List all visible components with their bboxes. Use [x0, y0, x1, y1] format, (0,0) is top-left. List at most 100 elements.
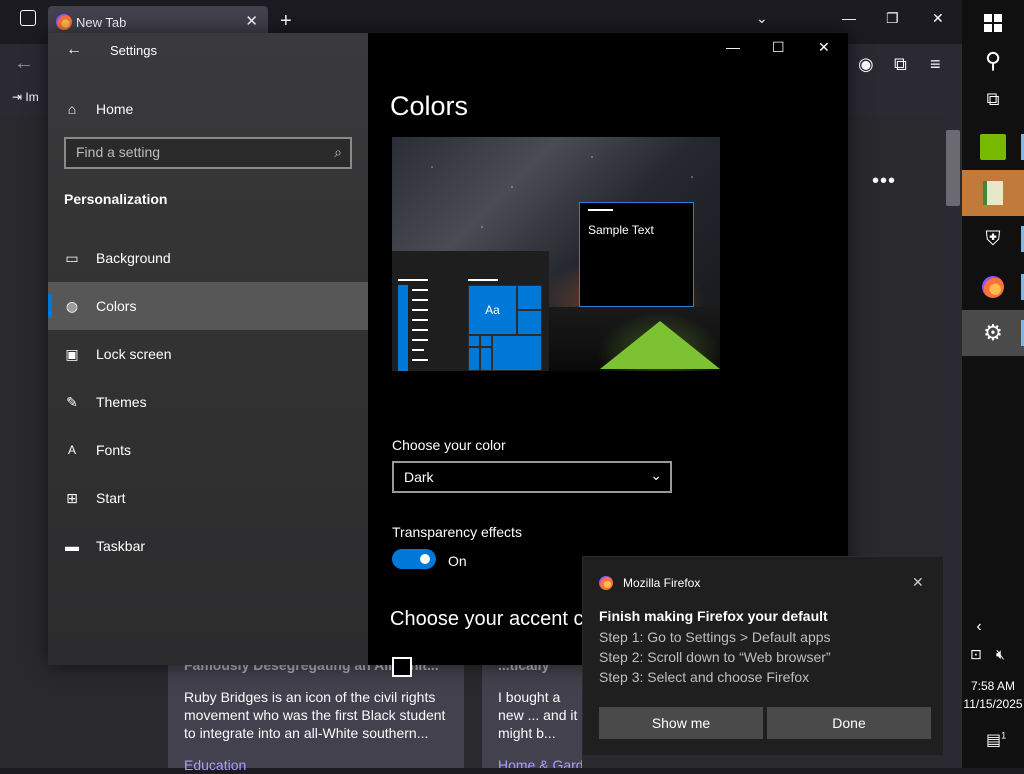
preview-sample-window: Sample Text: [579, 202, 694, 307]
clock-time[interactable]: 7:58 AM: [962, 679, 1024, 693]
home-icon: ⌂: [67, 101, 77, 117]
menu-icon[interactable]: ≡: [930, 54, 941, 75]
window-title: Settings: [110, 43, 157, 58]
sidebar-item-lock-screen[interactable]: ▣ Lock screen: [48, 330, 368, 378]
sidebar-item-themes[interactable]: ✎ Themes: [48, 378, 368, 426]
sidebar-item-taskbar[interactable]: ▬ Taskbar: [48, 522, 368, 570]
toggle-knob: [420, 554, 430, 564]
spreadsheet-app[interactable]: [962, 170, 1024, 216]
sidebar-item-label: Themes: [96, 394, 147, 410]
lock-screen-icon: ▣: [65, 345, 79, 362]
action-center-icon[interactable]: ▤1: [986, 730, 1006, 750]
maximize-icon[interactable]: ☐: [772, 39, 785, 56]
search-placeholder: Find a setting: [76, 144, 161, 160]
account-icon[interactable]: ◉: [858, 54, 874, 75]
firefox-icon: [599, 576, 613, 590]
notification-step: Step 2: Scroll down to “Web browser”: [599, 649, 831, 665]
sidebar-item-label: Colors: [96, 298, 137, 314]
auto-accent-checkbox[interactable]: [392, 657, 412, 677]
list-all-tabs-icon[interactable]: [20, 10, 36, 26]
palette-icon: ◍: [65, 297, 79, 314]
choose-color-label: Choose your color: [392, 437, 506, 453]
sidebar-item-label: Lock screen: [96, 346, 172, 362]
clock-date[interactable]: 11/15/2025: [962, 697, 1024, 711]
firefox-icon: [982, 276, 1004, 298]
chevron-down-icon: ⌄: [650, 467, 662, 483]
volume-muted-icon[interactable]: 🔇︎: [996, 646, 1005, 663]
themes-icon: ✎: [66, 393, 78, 410]
preview-tile-text: Aa: [468, 285, 517, 335]
story-card[interactable]: Famously Desegregating an All-Whit... Ru…: [168, 648, 464, 773]
sidebar-item-label: Fonts: [96, 442, 132, 458]
sidebar-item-colors[interactable]: ◍ Colors: [48, 282, 368, 330]
back-arrow-icon[interactable]: ←: [66, 41, 82, 59]
notification-app-name: Mozilla Firefox: [623, 576, 701, 590]
spreadsheet-icon: [983, 181, 1003, 205]
firefox-back-icon[interactable]: ←: [14, 52, 34, 75]
firefox-minimize-icon[interactable]: —: [842, 10, 856, 26]
story-body: Ruby Bridges is an icon of the civil rig…: [184, 689, 446, 741]
firefox-favicon-icon: [56, 14, 72, 30]
firefox-close-icon[interactable]: ✕: [932, 10, 944, 27]
page-scrollbar[interactable]: [944, 114, 962, 768]
transparency-toggle[interactable]: [392, 549, 436, 569]
firefox-app[interactable]: [962, 264, 1024, 310]
sidebar-item-label: Background: [96, 250, 171, 266]
settings-sidebar: ← Settings ⌂ Home Find a setting ⌕ Perso…: [48, 33, 368, 665]
transparency-label: Transparency effects: [392, 524, 522, 540]
windows-logo-icon: [984, 14, 1002, 32]
tab-title: New Tab: [76, 14, 127, 30]
network-icon[interactable]: ⊡: [970, 646, 982, 663]
find-setting-input[interactable]: Find a setting ⌕: [64, 137, 352, 169]
settings-app[interactable]: ⚙: [962, 310, 1024, 356]
more-options-icon[interactable]: •••: [872, 170, 896, 193]
gear-icon: ⚙: [983, 320, 1003, 345]
minimize-icon[interactable]: —: [726, 39, 740, 55]
sidebar-item-fonts[interactable]: A Fonts: [48, 426, 368, 474]
choose-color-value: Dark: [404, 469, 434, 485]
security-app[interactable]: ⛨: [962, 216, 1024, 262]
done-button[interactable]: Done: [767, 707, 931, 739]
nav-home-label: Home: [96, 101, 134, 117]
notification-title: Finish making Firefox your default: [599, 608, 828, 624]
nvidia-app[interactable]: [962, 124, 1024, 170]
sidebar-item-background[interactable]: ▭ Background: [48, 234, 368, 282]
taskbar-icon: ▬: [65, 538, 79, 554]
start-icon: ⊞: [66, 489, 78, 506]
theme-preview: Aa Sample Text: [392, 137, 720, 371]
preview-start-menu: Aa: [392, 251, 549, 371]
new-tab-button[interactable]: +: [280, 10, 292, 33]
show-hidden-icons-chevron-icon[interactable]: ‹: [962, 618, 996, 636]
notification-step: Step 3: Select and choose Firefox: [599, 669, 810, 685]
sidebar-item-start[interactable]: ⊞ Start: [48, 474, 368, 522]
shield-icon: ⛨: [985, 227, 1001, 250]
story-category[interactable]: Home & Garden: [498, 756, 582, 768]
extensions-icon[interactable]: ⧉: [894, 54, 907, 75]
nvidia-icon: [980, 134, 1006, 160]
tab-overflow-chevron-icon[interactable]: ⌄: [756, 10, 768, 27]
task-view-icon[interactable]: ⧉: [962, 76, 1024, 122]
import-bookmarks-button[interactable]: ⇥ Im: [12, 90, 39, 104]
choose-color-dropdown[interactable]: Dark ⌄: [392, 461, 672, 493]
taskbar: ⚲ ⧉ ⛨ ⚙ ‹ ⊡ 🔇︎ 7:58 AM 11/15/2025 ▤1: [962, 0, 1024, 768]
tent-image: [600, 321, 720, 369]
sidebar-item-label: Start: [96, 490, 126, 506]
notification-step: Step 1: Go to Settings > Default apps: [599, 629, 831, 645]
nav-home[interactable]: ⌂ Home: [48, 89, 368, 129]
scrollbar-thumb[interactable]: [946, 130, 960, 206]
story-category[interactable]: Education: [184, 756, 448, 774]
close-icon[interactable]: ✕: [912, 574, 924, 591]
section-title: Personalization: [64, 191, 168, 207]
show-me-button[interactable]: Show me: [599, 707, 763, 739]
fonts-icon: A: [67, 443, 76, 457]
search-icon[interactable]: ⌕: [334, 144, 342, 161]
sidebar-item-label: Taskbar: [96, 538, 146, 554]
close-icon[interactable]: ✕: [818, 39, 830, 56]
picture-icon: ▭: [65, 249, 79, 266]
story-card[interactable]: ...tically Home Depo... I bought a new .…: [482, 648, 582, 768]
firefox-restore-icon[interactable]: ❐: [886, 10, 899, 27]
transparency-state: On: [448, 553, 467, 569]
close-tab-icon[interactable]: ✕: [245, 12, 258, 30]
page-title: Colors: [390, 91, 469, 121]
preview-sample-text: Sample Text: [588, 223, 654, 237]
